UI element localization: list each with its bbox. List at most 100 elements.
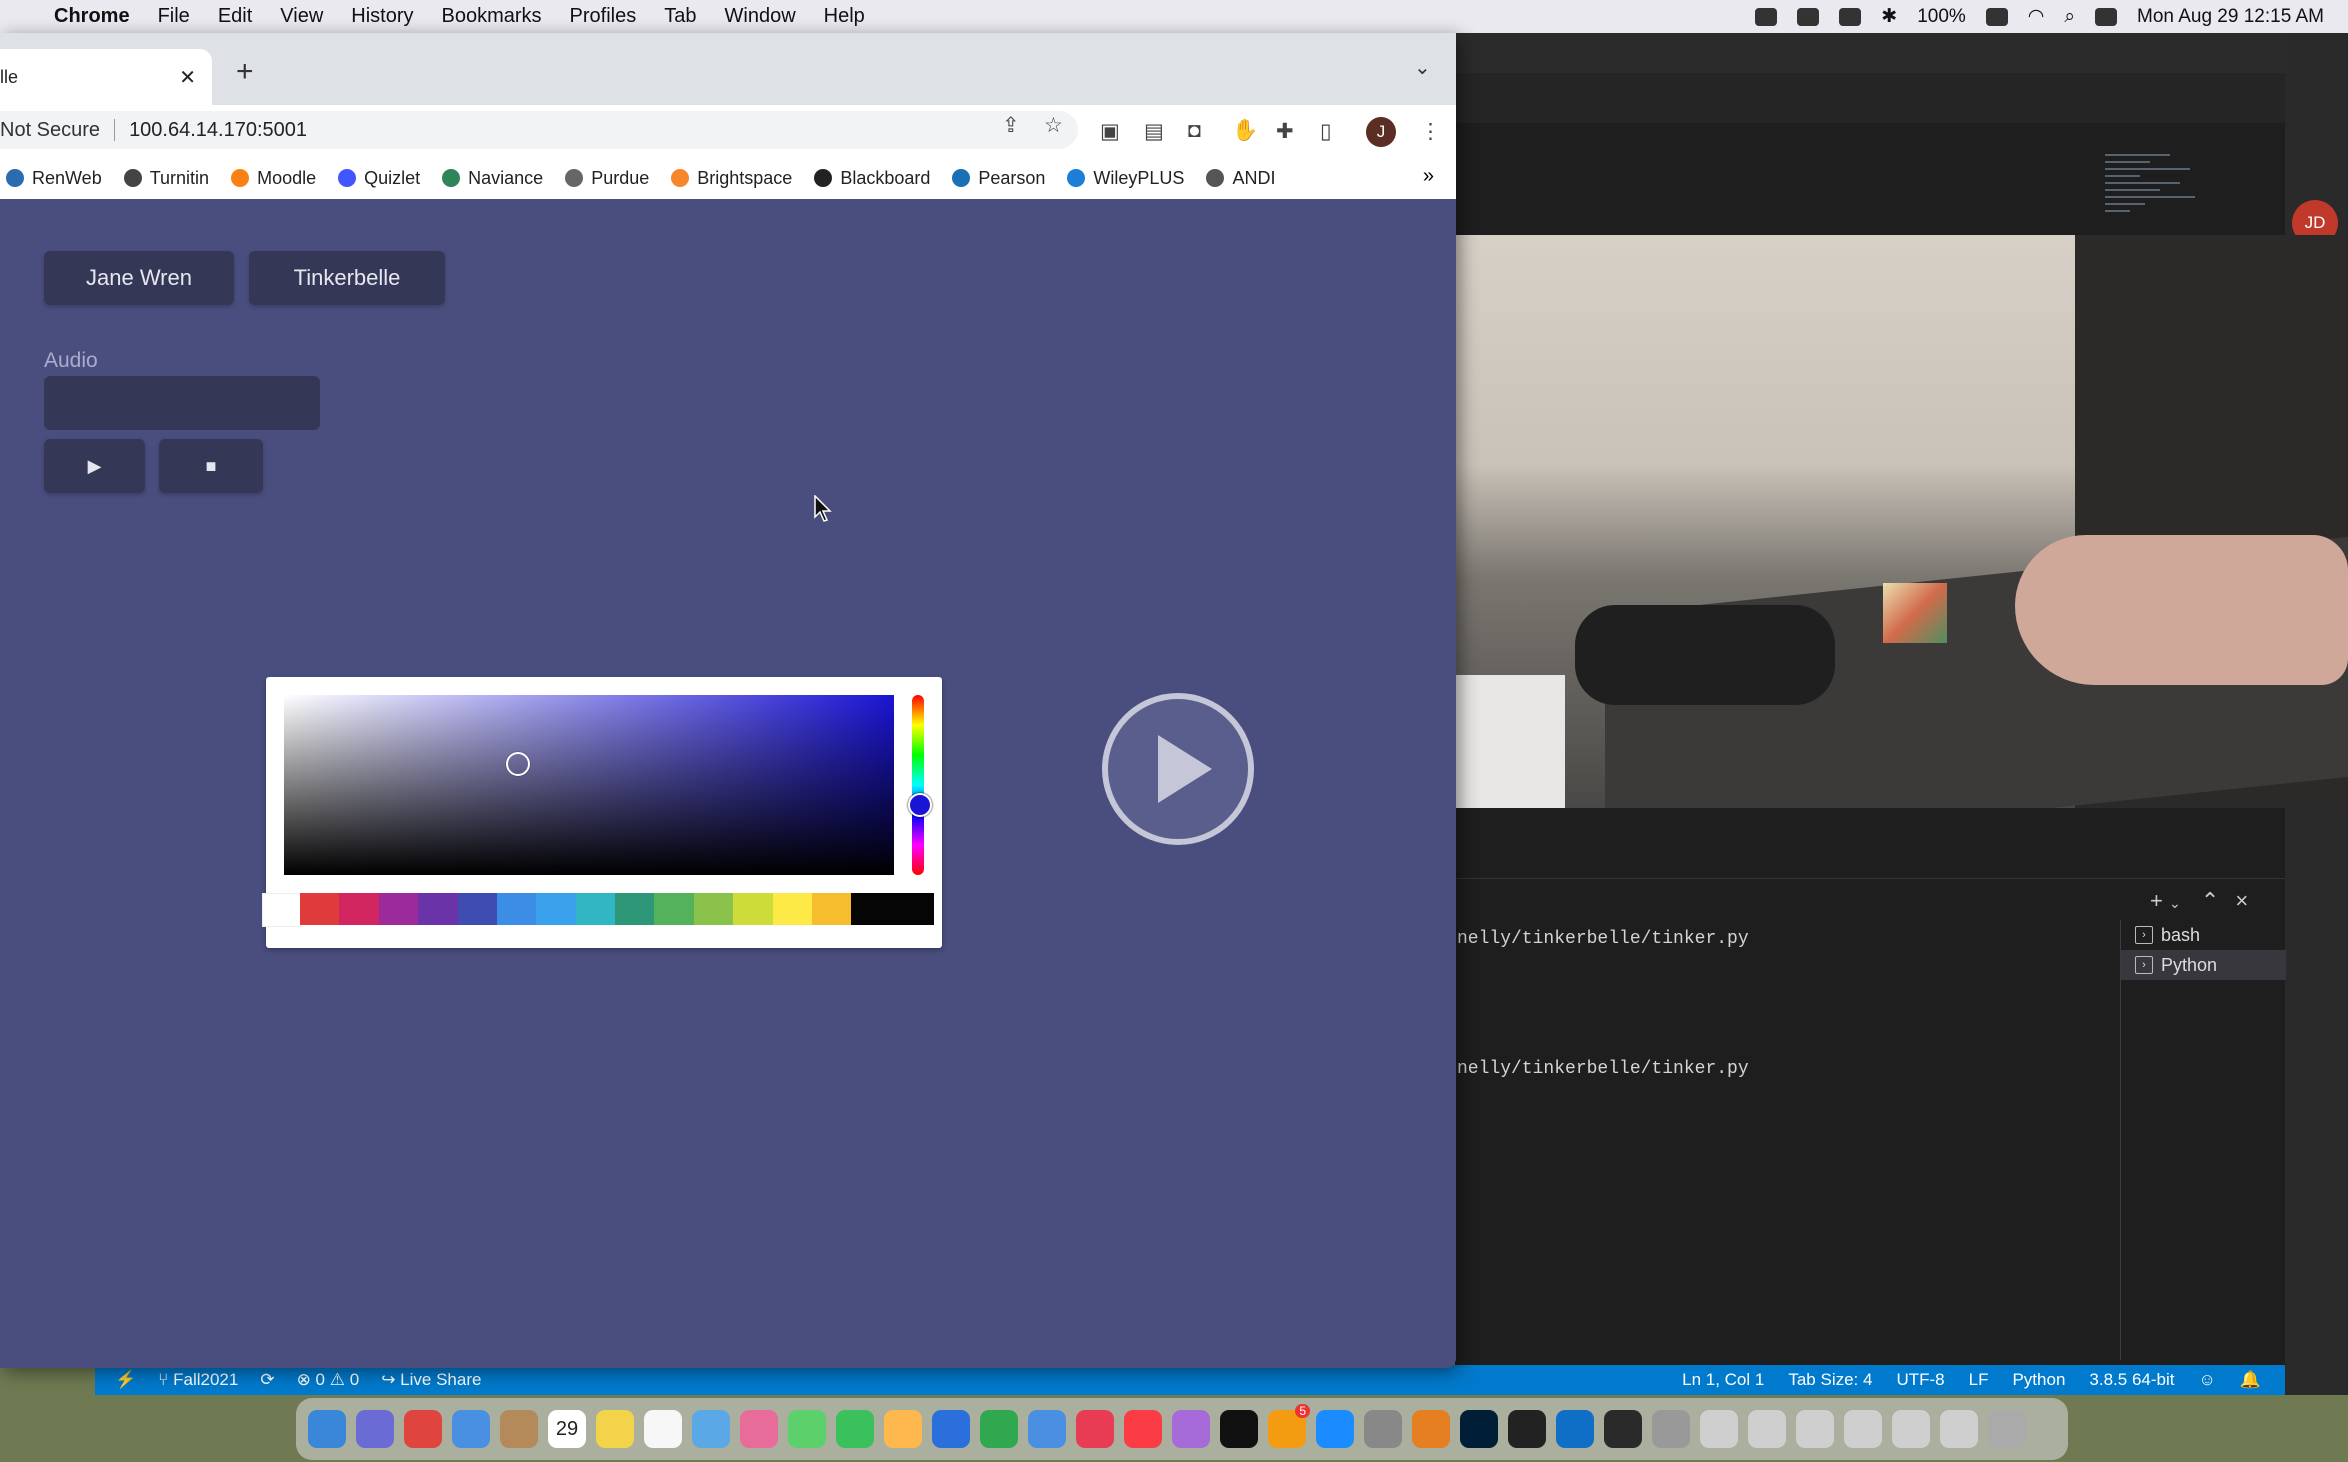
bookmark-renweb[interactable]: RenWeb — [6, 168, 102, 189]
not-secure-label[interactable]: Not Secure — [0, 119, 100, 142]
bookmark-turnitin[interactable]: Turnitin — [123, 168, 209, 189]
dock-app-icon[interactable] — [1748, 1410, 1786, 1448]
dock-app-icon[interactable] — [1652, 1410, 1690, 1448]
bookmarks-overflow[interactable]: » — [1423, 165, 1434, 188]
color-swatch[interactable] — [457, 893, 497, 925]
screenshot-extension-icon[interactable]: ▣ — [1100, 119, 1120, 144]
color-swatch[interactable] — [575, 893, 615, 925]
terminal-item-python[interactable]: › Python — [2121, 950, 2286, 980]
bookmark-brightspace[interactable]: Brightspace — [671, 168, 792, 189]
menu-bookmarks[interactable]: Bookmarks — [442, 5, 542, 28]
dock-app-icon[interactable] — [1076, 1410, 1114, 1448]
dock-app-icon[interactable] — [836, 1410, 874, 1448]
color-swatch[interactable] — [733, 893, 773, 925]
dock-app-icon[interactable] — [356, 1410, 394, 1448]
language-mode[interactable]: Python — [2012, 1370, 2065, 1390]
wifi-icon[interactable]: ◠ — [2028, 5, 2045, 28]
cursor-position[interactable]: Ln 1, Col 1 — [1682, 1370, 1764, 1390]
color-swatch[interactable] — [811, 893, 852, 925]
dock-app-icon[interactable] — [1892, 1410, 1930, 1448]
dock-app-icon[interactable] — [404, 1410, 442, 1448]
dock-app-icon[interactable] — [1172, 1410, 1210, 1448]
battery-icon[interactable] — [1985, 7, 2008, 26]
live-share-status[interactable]: ↪ Live Share — [381, 1370, 481, 1390]
dock-app-icon[interactable] — [740, 1410, 778, 1448]
hue-handle[interactable] — [908, 793, 932, 817]
dock-app-icon[interactable] — [1700, 1410, 1738, 1448]
dock-app-icon[interactable] — [308, 1410, 346, 1448]
problems-status[interactable]: ⊗ 0 ⚠ 0 — [297, 1370, 360, 1390]
dock-app-icon[interactable] — [1220, 1410, 1258, 1448]
new-tab-icon[interactable]: + — [236, 55, 254, 89]
menu-app-name[interactable]: Chrome — [54, 5, 130, 28]
bookmark-moodle[interactable]: Moodle — [231, 168, 316, 189]
dock-app-icon[interactable] — [692, 1410, 730, 1448]
bookmark-andi[interactable]: ANDI — [1206, 168, 1275, 189]
menu-edit[interactable]: Edit — [218, 5, 252, 28]
play-button[interactable]: ▶ — [44, 439, 145, 493]
dock-app-icon[interactable] — [452, 1410, 490, 1448]
maximize-panel-icon[interactable]: ⌃ — [2201, 888, 2219, 913]
calendar-icon[interactable]: 29 — [548, 1410, 586, 1448]
notifications-icon[interactable]: 🔔 — [2240, 1370, 2261, 1390]
dock-app-icon[interactable] — [1028, 1410, 1066, 1448]
audio-select[interactable] — [44, 376, 320, 430]
terminal-item-bash[interactable]: › bash — [2121, 920, 2286, 950]
dock-app-icon[interactable] — [1604, 1410, 1642, 1448]
address-bar[interactable]: Not Secure 100.64.14.170:5001 ⇪ ☆ — [0, 111, 1078, 149]
jane-wren-button[interactable]: Jane Wren — [44, 251, 234, 305]
color-swatch[interactable] — [851, 893, 934, 925]
screen-mirroring-icon[interactable] — [1839, 7, 1862, 26]
tab-size[interactable]: Tab Size: 4 — [1788, 1370, 1872, 1390]
bluetooth-icon[interactable]: ✱ — [1881, 5, 1897, 28]
stop-recording-icon[interactable] — [1755, 7, 1778, 26]
sync-icon[interactable]: ⟳ — [260, 1370, 274, 1390]
bookmark-wileyplus[interactable]: WileyPLUS — [1067, 168, 1184, 189]
profile-avatar[interactable]: J — [1366, 117, 1396, 147]
stop-button[interactable]: ■ — [159, 439, 263, 493]
bookmark-purdue[interactable]: Purdue — [565, 168, 649, 189]
dock-app-icon[interactable] — [1364, 1410, 1402, 1448]
color-swatch[interactable] — [615, 893, 655, 925]
hand-extension-icon[interactable]: ✋ — [1232, 119, 1258, 143]
dock-app-icon[interactable] — [1412, 1410, 1450, 1448]
hue-slider[interactable] — [912, 695, 924, 875]
dock-app-icon[interactable] — [1988, 1410, 2026, 1448]
saturation-handle[interactable] — [506, 752, 530, 776]
large-play-icon[interactable] — [1102, 693, 1254, 845]
chevron-down-icon[interactable]: ⌄ — [2169, 895, 2181, 911]
dock-app-icon[interactable]: 5 — [1268, 1404, 1310, 1448]
color-swatch[interactable] — [378, 893, 419, 925]
dock-app-icon[interactable] — [1124, 1410, 1162, 1448]
dock-app-icon[interactable] — [932, 1410, 970, 1448]
dock-app-icon[interactable] — [644, 1410, 682, 1448]
menu-help[interactable]: Help — [824, 5, 865, 28]
dock-app-icon[interactable] — [1316, 1410, 1354, 1448]
menu-tab[interactable]: Tab — [664, 5, 696, 28]
dock-app-icon[interactable] — [980, 1410, 1018, 1448]
dock-app-icon[interactable] — [884, 1410, 922, 1448]
extension-icon[interactable]: ◘ — [1188, 119, 1201, 143]
search-icon[interactable]: ⌕ — [2064, 6, 2075, 28]
encoding[interactable]: UTF-8 — [1896, 1370, 1944, 1390]
color-swatch[interactable] — [536, 893, 576, 925]
color-swatch[interactable] — [496, 893, 537, 925]
url-text[interactable]: 100.64.14.170:5001 — [129, 119, 307, 142]
menu-history[interactable]: History — [351, 5, 413, 28]
dock-app-icon[interactable] — [1940, 1410, 1978, 1448]
color-swatch[interactable] — [339, 893, 379, 925]
dock-app-icon[interactable] — [1796, 1410, 1834, 1448]
dock-app-icon[interactable] — [1460, 1410, 1498, 1448]
color-swatch-white[interactable] — [262, 893, 302, 927]
dock-app-icon[interactable] — [1508, 1410, 1546, 1448]
browser-tab[interactable]: lle ✕ — [0, 49, 212, 105]
bookmark-naviance[interactable]: Naviance — [442, 168, 543, 189]
dock-app-icon[interactable] — [788, 1410, 826, 1448]
menu-view[interactable]: View — [280, 5, 323, 28]
menu-window[interactable]: Window — [725, 5, 796, 28]
bookmark-pearson[interactable]: Pearson — [952, 168, 1045, 189]
menubar-clock[interactable]: Mon Aug 29 12:15 AM — [2137, 6, 2324, 28]
feedback-icon[interactable]: ☺ — [2198, 1370, 2215, 1390]
dock-app-icon[interactable] — [596, 1410, 634, 1448]
puzzle-icon[interactable]: ✚ — [1276, 119, 1294, 144]
